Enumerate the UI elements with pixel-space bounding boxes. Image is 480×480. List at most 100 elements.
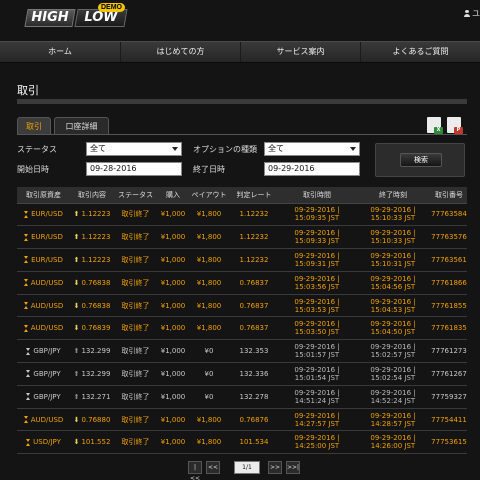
trade-clock: 15:01:54 JST — [294, 373, 340, 382]
trade-id-cell: 77761855 — [431, 294, 467, 318]
page-input[interactable]: 1/1 — [234, 460, 260, 474]
status-cell: 取引終了 — [114, 430, 157, 455]
header-purchase[interactable]: 購入 — [157, 187, 189, 204]
end-clock: 14:26:00 JST — [370, 442, 416, 451]
trade-date: 09-29-2016 | — [294, 411, 340, 420]
table-row[interactable]: GBP/JPY ⬆ 132.299 取引終了 ¥1,000 ¥0 132.353 09-29-… — [17, 339, 467, 364]
table-row[interactable]: GBP/JPY ⬆ 132.299 取引終了 ¥1,000 ¥0 132.336 09-29-… — [17, 362, 467, 386]
excel-export-icon[interactable]: X — [427, 117, 443, 134]
table-row[interactable]: EUR/USD ⬆ 1.12223 取引終了 ¥1,000 ¥1,800 1.12232 09… — [17, 203, 467, 227]
table-row[interactable]: AUD/USD ⬇ 0.76880 取引終了 ¥1,000 ¥1,800 0.76876 09… — [17, 408, 467, 432]
trade-id-cell: 77763576 — [431, 225, 467, 250]
hourglass-icon — [26, 370, 31, 378]
header-direction[interactable]: 取引内容 — [70, 187, 114, 204]
asset-cell: GBP/JPY — [17, 385, 70, 409]
status-cell: 取引終了 — [114, 385, 157, 409]
table-row[interactable]: USD/JPY ⬇ 101.552 取引終了 ¥1,000 ¥1,800 101.534 09… — [17, 430, 467, 455]
trade-date: 09-29-2016 | — [294, 343, 340, 352]
last-page-button[interactable]: >>| — [286, 460, 300, 474]
end-time-cell: 09-29-2016 | 14:28:57 JST — [355, 408, 431, 432]
first-page-button[interactable]: |<< — [188, 460, 202, 480]
pdf-badge: P — [454, 127, 463, 134]
table-row[interactable]: AUD/USD ⬇ 0.76838 取引終了 ¥1,000 ¥1,800 0.76837 09… — [17, 271, 467, 295]
header-judge-rate[interactable]: 判定レート — [229, 187, 279, 204]
table-row[interactable]: EUR/USD ⬆ 1.12223 取引終了 ¥1,000 ¥1,800 1.12232 09… — [17, 225, 467, 250]
header-trade-id[interactable]: 取引番号 — [431, 187, 467, 204]
asset-name: GBP/JPY — [33, 392, 61, 401]
header-payout[interactable]: ペイアウト — [189, 187, 229, 204]
nav-faq[interactable]: よくあるご質問 — [361, 42, 480, 62]
end-time-cell: 09-29-2016 | 14:26:00 JST — [355, 430, 431, 455]
tab-account-details[interactable]: 口座詳細 — [54, 117, 109, 135]
search-button[interactable]: 検索 — [400, 153, 442, 167]
payout-cell: ¥1,800 — [189, 430, 229, 455]
highlow-logo[interactable]: HIGH LOW DEMO — [24, 3, 128, 32]
direction-cell: ⬆ 132.271 — [70, 385, 114, 409]
payout-cell: ¥0 — [189, 385, 229, 409]
table-row[interactable]: AUD/USD ⬇ 0.76839 取引終了 ¥1,000 ¥1,800 0.76837 09… — [17, 316, 467, 341]
table-row[interactable]: AUD/USD ⬇ 0.76838 取引終了 ¥1,000 ¥1,800 0.76837 09… — [17, 294, 467, 318]
trade-clock: 15:09:31 JST — [294, 259, 340, 268]
hourglass-icon — [26, 347, 31, 355]
user-menu[interactable]: ユ — [464, 8, 480, 19]
direction-cell: ⬇ 0.76839 — [70, 316, 114, 341]
trade-date: 09-29-2016 | — [294, 388, 340, 397]
end-time-cell: 09-29-2016 | 15:04:50 JST — [355, 316, 431, 341]
header-status[interactable]: ステータス — [114, 187, 157, 204]
trade-time-cell: 09-29-2016 | 14:27:57 JST — [279, 408, 355, 432]
asset-cell: AUD/USD — [17, 316, 70, 341]
trade-time-cell: 09-29-2016 | 15:03:53 JST — [279, 294, 355, 318]
end-clock: 15:10:33 JST — [370, 237, 416, 246]
end-date-input[interactable]: 09-29-2016 — [264, 162, 360, 176]
page-title: 取引 — [17, 84, 39, 97]
end-time-cell: 09-29-2016 | 15:10:33 JST — [355, 225, 431, 250]
nav-home[interactable]: ホーム — [0, 42, 120, 62]
table-row[interactable]: EUR/USD ⬆ 1.12223 取引終了 ¥1,000 ¥1,800 1.12232 09… — [17, 248, 467, 272]
top-bar: HIGH LOW DEMO ユ — [0, 0, 480, 40]
header-trade-time[interactable]: 取引時間 — [279, 187, 355, 204]
chevron-down-icon — [350, 147, 356, 151]
header-end-time[interactable]: 終了時刻 — [355, 187, 431, 204]
option-type-select[interactable]: 全て — [264, 142, 360, 156]
nav-beginners[interactable]: はじめての方 — [121, 42, 240, 62]
pdf-export-icon[interactable]: P — [447, 117, 463, 134]
end-time-cell: 09-29-2016 | 15:10:33 JST — [355, 203, 431, 227]
down-arrow-icon: ⬇ — [73, 438, 80, 447]
next-page-button[interactable]: >> — [268, 460, 282, 474]
nav-services[interactable]: サービス案内 — [241, 42, 360, 62]
end-time-cell: 09-29-2016 | 14:52:24 JST — [355, 385, 431, 409]
prev-page-button[interactable]: << — [206, 460, 220, 474]
up-arrow-icon: ⬆ — [73, 347, 80, 356]
end-date: 09-29-2016 | — [370, 251, 416, 260]
trade-clock: 14:27:57 JST — [294, 419, 340, 428]
trade-time-cell: 09-29-2016 | 15:01:57 JST — [279, 339, 355, 364]
header-asset[interactable]: 取引原資産 — [17, 187, 70, 204]
direction-cell: ⬆ 1.12223 — [70, 248, 114, 272]
hourglass-icon — [26, 393, 31, 401]
end-time-cell: 09-29-2016 | 15:10:31 JST — [355, 248, 431, 272]
end-clock: 15:04:56 JST — [370, 282, 416, 291]
end-date: 09-29-2016 | — [370, 274, 416, 283]
trade-id-cell: 77761835 — [431, 316, 467, 341]
pagination: |<< << 1/1 >> >>| — [188, 460, 304, 480]
trade-clock: 15:03:56 JST — [294, 282, 340, 291]
status-cell: 取引終了 — [114, 294, 157, 318]
payout-cell: ¥1,800 — [189, 294, 229, 318]
purchase-cell: ¥1,000 — [157, 339, 189, 364]
hourglass-icon — [23, 279, 29, 287]
payout-cell: ¥1,800 — [189, 271, 229, 295]
table-row[interactable]: GBP/JPY ⬆ 132.271 取引終了 ¥1,000 ¥0 132.278 09-29-… — [17, 385, 467, 409]
judge-rate-cell: 0.76876 — [229, 408, 279, 432]
trade-clock: 14:25:00 JST — [294, 442, 340, 451]
trade-id-cell: 77761267 — [431, 362, 467, 386]
start-date-input[interactable]: 09-28-2016 — [86, 162, 182, 176]
status-select[interactable]: 全て — [86, 142, 182, 156]
direction-cell: ⬆ 132.299 — [70, 339, 114, 364]
end-date: 09-29-2016 | — [370, 297, 416, 306]
tab-trades[interactable]: 取引 — [17, 117, 51, 135]
logo-high: HIGH — [24, 9, 76, 27]
trade-date: 09-29-2016 | — [294, 320, 340, 329]
judge-rate-cell: 101.534 — [229, 430, 279, 455]
status-cell: 取引終了 — [114, 362, 157, 386]
trade-date: 09-29-2016 | — [294, 434, 340, 443]
